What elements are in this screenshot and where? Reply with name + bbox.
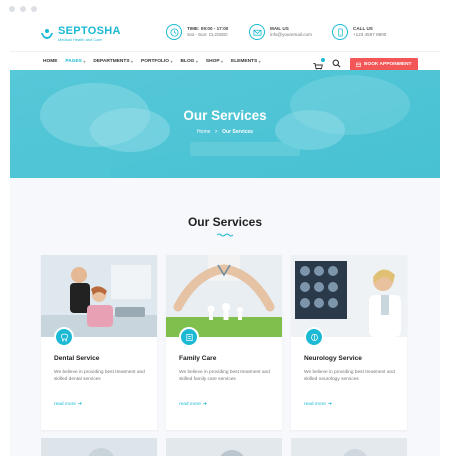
nav-label: PAGES xyxy=(65,59,82,64)
page-title: Our Services xyxy=(183,108,267,123)
info-mail: MAIL US info@youremail.com xyxy=(249,24,312,40)
service-title: Dental Service xyxy=(54,355,100,362)
read-more-link[interactable]: read more ➜ xyxy=(179,402,207,407)
window-dot[interactable] xyxy=(9,6,15,12)
mail-icon xyxy=(249,24,265,40)
read-more-label: read more xyxy=(54,402,76,407)
calendar-icon xyxy=(356,62,361,67)
top-bar: SEPTOSHA Medical Health and Care TIME: 0… xyxy=(10,18,440,51)
service-description: We believe in providing best treatment a… xyxy=(304,370,395,382)
read-more-label: read more xyxy=(179,402,201,407)
arrow-right-icon: ➜ xyxy=(77,402,82,407)
nav-item-home[interactable]: HOME xyxy=(43,59,57,64)
website: SEPTOSHA Medical Health and Care TIME: 0… xyxy=(10,18,440,456)
read-more-label: read more xyxy=(304,402,326,407)
hero-background-image xyxy=(10,70,440,178)
chevron-down-icon: ▾ xyxy=(131,59,134,64)
book-appointment-button[interactable]: BOOK APPOINMENT xyxy=(350,57,418,71)
service-card-image xyxy=(291,438,407,456)
logo[interactable]: SEPTOSHA Medical Health and Care xyxy=(40,26,121,42)
nav-item-blog[interactable]: BLOG ▾ xyxy=(181,59,198,64)
service-card[interactable]: Family Care We believe in providing best… xyxy=(166,255,282,430)
nav-label: PORTFOLIO xyxy=(141,59,170,64)
nav-item-elements[interactable]: ELEMENTS ▾ xyxy=(231,59,261,64)
chevron-down-icon: ▾ xyxy=(258,59,261,64)
breadcrumb: Home > Our Services xyxy=(10,129,440,135)
logo-tagline: Medical Health and Care xyxy=(58,37,103,42)
family-icon xyxy=(179,327,199,347)
arrow-right-icon: ➜ xyxy=(327,402,332,407)
brain-icon xyxy=(304,327,324,347)
neurology-service-image xyxy=(291,255,407,337)
read-more-link[interactable]: read more ➜ xyxy=(54,402,82,407)
nav-label: BLOG xyxy=(180,59,195,64)
logo-hands-icon xyxy=(41,29,53,39)
wave-divider-icon xyxy=(217,233,233,237)
browser-frame: SEPTOSHA Medical Health and Care TIME: 0… xyxy=(0,0,450,456)
info-sub: info@youremail.com xyxy=(270,32,312,37)
service-card[interactable]: Dental Service We believe in providing b… xyxy=(41,255,157,430)
service-title: Neurology Service xyxy=(304,355,362,362)
nav-label: ELEMENTS xyxy=(231,59,258,64)
breadcrumb-home-link[interactable]: Home xyxy=(197,129,210,135)
service-card-image xyxy=(41,438,157,456)
clock-icon xyxy=(166,24,182,40)
breadcrumb-current: Our Services xyxy=(222,129,253,135)
nav-item-shop[interactable]: SHOP ▾ xyxy=(206,59,223,64)
nav-item-departments[interactable]: DEPARTMENTS ▾ xyxy=(93,59,133,64)
arrow-right-icon: ➜ xyxy=(202,402,207,407)
window-dot[interactable] xyxy=(20,6,26,12)
services-grid-row-2 xyxy=(41,438,407,456)
phone-icon xyxy=(332,24,348,40)
info-phone: CALL US +123 4567 8900 xyxy=(332,24,386,40)
page-hero: Our Services Home > Our Services xyxy=(10,70,440,178)
section-title: Our Services xyxy=(187,215,263,229)
read-more-link[interactable]: read more ➜ xyxy=(304,402,332,407)
dental-service-image xyxy=(41,255,157,337)
family-care-image xyxy=(166,255,282,337)
info-hours: TIME: 09:00 - 17:00 Sat - Sun: CLOSED xyxy=(166,24,228,40)
services-grid: Dental Service We believe in providing b… xyxy=(41,255,407,430)
nav-label: DEPARTMENTS xyxy=(93,59,130,64)
service-description: We believe in providing best treatment a… xyxy=(54,370,145,382)
info-sub: Sat - Sun: CLOSED xyxy=(187,32,228,37)
chevron-down-icon: ▾ xyxy=(195,59,198,64)
window-controls xyxy=(9,6,37,12)
info-sub: +123 4567 8900 xyxy=(353,32,387,37)
chevron-down-icon: ▾ xyxy=(170,59,173,64)
service-description: We believe in providing best treatment a… xyxy=(179,370,270,382)
logo-name: SEPTOSHA xyxy=(58,25,121,37)
window-dot[interactable] xyxy=(31,6,37,12)
book-appointment-label: BOOK APPOINMENT xyxy=(364,61,412,67)
main-nav: HOME PAGES ▾ DEPARTMENTS ▾ PORTFOLIO ▾ BLOG… xyxy=(10,51,440,72)
nav-label: HOME xyxy=(43,59,58,64)
service-card[interactable]: Neurology Service We believe in providin… xyxy=(291,255,407,430)
tooth-icon xyxy=(54,327,74,347)
chevron-down-icon: ▾ xyxy=(221,59,224,64)
cart-icon[interactable] xyxy=(313,58,325,72)
nav-item-pages[interactable]: PAGES ▾ xyxy=(65,59,85,64)
cart-badge xyxy=(321,58,325,62)
chevron-down-icon: ▾ xyxy=(83,59,86,64)
service-title: Family Care xyxy=(179,355,217,362)
nav-item-portfolio[interactable]: PORTFOLIO ▾ xyxy=(141,59,173,64)
breadcrumb-separator: > xyxy=(214,129,218,135)
nav-label: SHOP xyxy=(205,59,220,64)
service-card-image xyxy=(166,438,282,456)
